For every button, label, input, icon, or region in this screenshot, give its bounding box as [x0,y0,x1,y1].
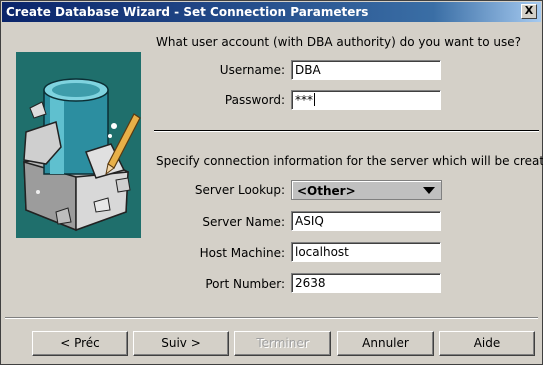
section-divider [154,130,539,132]
finish-button[interactable]: Terminer [234,331,331,356]
account-question: What user account (with DBA authority) d… [156,35,521,49]
help-button[interactable]: Aide [439,331,535,356]
wizard-illustration [16,52,141,238]
title-bar[interactable]: Create Database Wizard - Set Connection … [2,2,541,22]
close-icon: X [524,4,534,17]
next-button[interactable]: Suiv > [133,331,229,356]
username-field[interactable]: DBA [291,60,441,80]
server-lookup-value: <Other> [297,184,356,198]
port-number-value: 2638 [295,276,326,290]
password-label: Password: [224,93,285,107]
back-button[interactable]: < Préc [32,331,128,356]
password-value: *** [295,93,313,107]
text-caret [314,93,315,106]
host-machine-value: localhost [295,245,349,259]
host-machine-label: Host Machine: [199,246,285,260]
dropdown-arrow-icon[interactable] [423,187,435,194]
password-field[interactable]: *** [291,90,441,110]
server-lookup-dropdown[interactable]: <Other> [291,180,442,200]
server-name-label: Server Name: [202,215,285,229]
username-label: Username: [219,63,285,77]
port-number-field[interactable]: 2638 [291,273,441,293]
server-name-field[interactable]: ASIQ [291,211,441,231]
server-question: Specify connection information for the s… [156,154,543,168]
footer-divider [5,317,538,319]
username-value: DBA [295,63,321,77]
host-machine-field[interactable]: localhost [291,242,441,262]
port-number-label: Port Number: [205,277,285,291]
wizard-window: Create Database Wizard - Set Connection … [0,0,543,365]
server-name-value: ASIQ [295,214,324,228]
cancel-button[interactable]: Annuler [337,331,434,356]
server-lookup-label: Server Lookup: [194,183,285,197]
database-cylinder-breaking-box-icon [16,52,141,238]
window-title: Create Database Wizard - Set Connection … [6,5,369,19]
close-button[interactable]: X [521,4,537,19]
